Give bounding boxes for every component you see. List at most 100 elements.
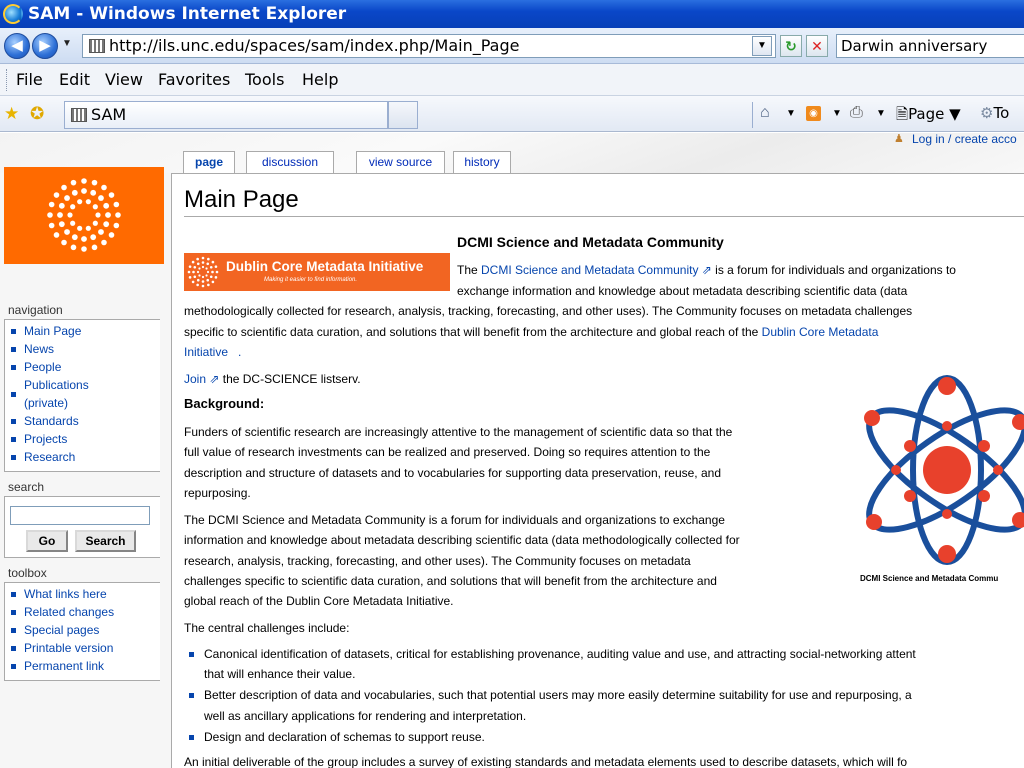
home-dropdown-icon[interactable]: ▼ <box>786 108 796 119</box>
refresh-icon[interactable]: ↻ <box>780 35 802 57</box>
logo-dot <box>215 270 219 274</box>
address-input[interactable]: http://ils.unc.edu/spaces/sam/index.php/… <box>109 35 519 57</box>
feeds-icon[interactable]: ◉ <box>806 106 821 121</box>
logo-dot <box>77 199 83 205</box>
toolbox-printable-version[interactable]: Printable version <box>24 639 113 657</box>
tools-menu-button[interactable]: ⚙To <box>980 104 1009 122</box>
tab-view-source[interactable]: view source <box>356 151 445 173</box>
logo-dot <box>58 202 65 209</box>
menu-tools[interactable]: Tools <box>245 64 284 96</box>
community-line: global reach of the Dublin Core Metadata… <box>184 594 454 608</box>
tab-history[interactable]: history <box>453 151 511 173</box>
nav-main-page[interactable]: Main Page <box>24 322 81 340</box>
page-menu-button[interactable]: 🗎Page ▼ <box>896 104 961 129</box>
logo-dot <box>91 179 98 186</box>
menu-view[interactable]: View <box>105 64 143 96</box>
nav-publications[interactable]: Publications <box>24 376 89 394</box>
logo-dot <box>98 195 104 201</box>
user-icon: ♟ <box>894 133 904 145</box>
dcmi-community-link[interactable]: DCMI Science and Metadata Community <box>481 263 698 277</box>
back-button[interactable]: ◀ <box>4 33 30 59</box>
logo-dot <box>53 232 60 238</box>
challenge-item-line: Canonical identification of datasets, cr… <box>204 647 916 661</box>
toolbox-permanent-link[interactable]: Permanent link <box>24 657 104 675</box>
page-title: Main Page <box>184 186 299 213</box>
browser-tab-sam[interactable]: SAM <box>64 101 388 129</box>
toolbox-related-changes[interactable]: Related changes <box>24 603 114 621</box>
nav-research[interactable]: Research <box>24 448 75 466</box>
logo-dot <box>205 274 208 277</box>
challenge-item-line: that will enhance their value. <box>204 667 356 681</box>
logo-dot <box>201 284 205 288</box>
address-dropdown-icon[interactable]: ▼ <box>752 36 772 56</box>
print-dropdown-icon[interactable]: ▼ <box>876 108 886 119</box>
nav-standards[interactable]: Standards <box>24 412 79 430</box>
logo-dot <box>201 265 205 269</box>
initiative-link[interactable]: Initiative <box>184 345 228 359</box>
go-button[interactable]: Go <box>26 530 68 552</box>
nav-publications-private[interactable]: (private) <box>24 394 68 412</box>
logo-dot <box>90 189 97 196</box>
nav-news[interactable]: News <box>24 340 54 358</box>
logo-dot <box>71 189 78 196</box>
print-icon[interactable]: ⎙ <box>850 104 863 122</box>
favorites-center-icon[interactable]: ★ <box>4 104 19 124</box>
logo-dot <box>81 236 87 242</box>
logo-dot <box>57 212 63 218</box>
logo-dot <box>81 188 87 194</box>
logo-dot <box>201 256 205 260</box>
logo-dot <box>108 232 115 238</box>
logo-dot <box>198 274 201 277</box>
toolbox-bullet <box>11 610 16 615</box>
nav-people[interactable]: People <box>24 358 61 376</box>
logo-dot <box>113 222 120 229</box>
logo-dot <box>198 267 201 270</box>
forward-button[interactable]: ▶ <box>32 33 58 59</box>
tab-page[interactable]: page <box>183 151 235 174</box>
site-logo[interactable] <box>4 167 164 264</box>
window-title-bar: SAM - Windows Internet Explorer <box>0 0 1024 28</box>
menu-edit[interactable]: Edit <box>59 64 90 96</box>
login-link[interactable]: Log in / create acco <box>912 132 1017 146</box>
logo-dot <box>70 204 76 210</box>
nav-bullet <box>11 419 16 424</box>
community-line: The DCMI Science and Metadata Community … <box>184 513 725 527</box>
logo-dot <box>58 221 65 228</box>
toolbox-special-pages[interactable]: Special pages <box>24 621 99 639</box>
tab-discussion[interactable]: discussion <box>246 151 334 173</box>
logo-dot <box>188 276 192 279</box>
recent-pages-dropdown-icon[interactable]: ▼ <box>62 38 72 49</box>
home-icon[interactable]: ⌂ <box>760 104 770 122</box>
logo-dot <box>81 178 87 184</box>
add-favorite-icon[interactable]: ✪ <box>30 104 44 124</box>
toolbox-what-links-here[interactable]: What links here <box>24 585 107 603</box>
live-search-input[interactable]: Darwin anniversary <box>836 34 1024 58</box>
logo-dot <box>196 283 199 287</box>
ie-icon <box>3 4 23 24</box>
join-link[interactable]: Join <box>184 372 206 386</box>
toolbar-grip <box>6 69 8 91</box>
figure-caption: DCMI Science and Metadata Commu <box>860 574 999 583</box>
search-button[interactable]: Search <box>75 530 136 552</box>
toolbox-header: toolbox <box>8 566 47 580</box>
menu-favorites[interactable]: Favorites <box>158 64 230 96</box>
logo-dot <box>214 276 218 279</box>
nav-bullet <box>11 365 16 370</box>
feeds-dropdown-icon[interactable]: ▼ <box>832 108 842 119</box>
challenge-item-line: Better description of data and vocabular… <box>204 688 912 702</box>
new-tab-button[interactable] <box>388 101 418 129</box>
nav-projects[interactable]: Projects <box>24 430 67 448</box>
stop-icon[interactable]: ✕ <box>806 35 828 57</box>
address-bar[interactable]: http://ils.unc.edu/spaces/sam/index.php/… <box>82 34 776 58</box>
menu-file[interactable]: File <box>16 64 43 96</box>
dublin-core-link[interactable]: Dublin Core Metadata <box>762 325 879 339</box>
wiki-search-input[interactable] <box>10 506 150 525</box>
logo-dot <box>207 283 210 287</box>
dcmi-banner[interactable]: Dublin Core Metadata Initiative Making i… <box>184 253 450 291</box>
toolbox-bullet <box>11 628 16 633</box>
toolbox-bullet <box>11 664 16 669</box>
atom-figure-icon[interactable] <box>852 372 1024 572</box>
logo-dot <box>90 234 97 241</box>
menu-help[interactable]: Help <box>302 64 338 96</box>
intro-period: . <box>238 345 242 359</box>
